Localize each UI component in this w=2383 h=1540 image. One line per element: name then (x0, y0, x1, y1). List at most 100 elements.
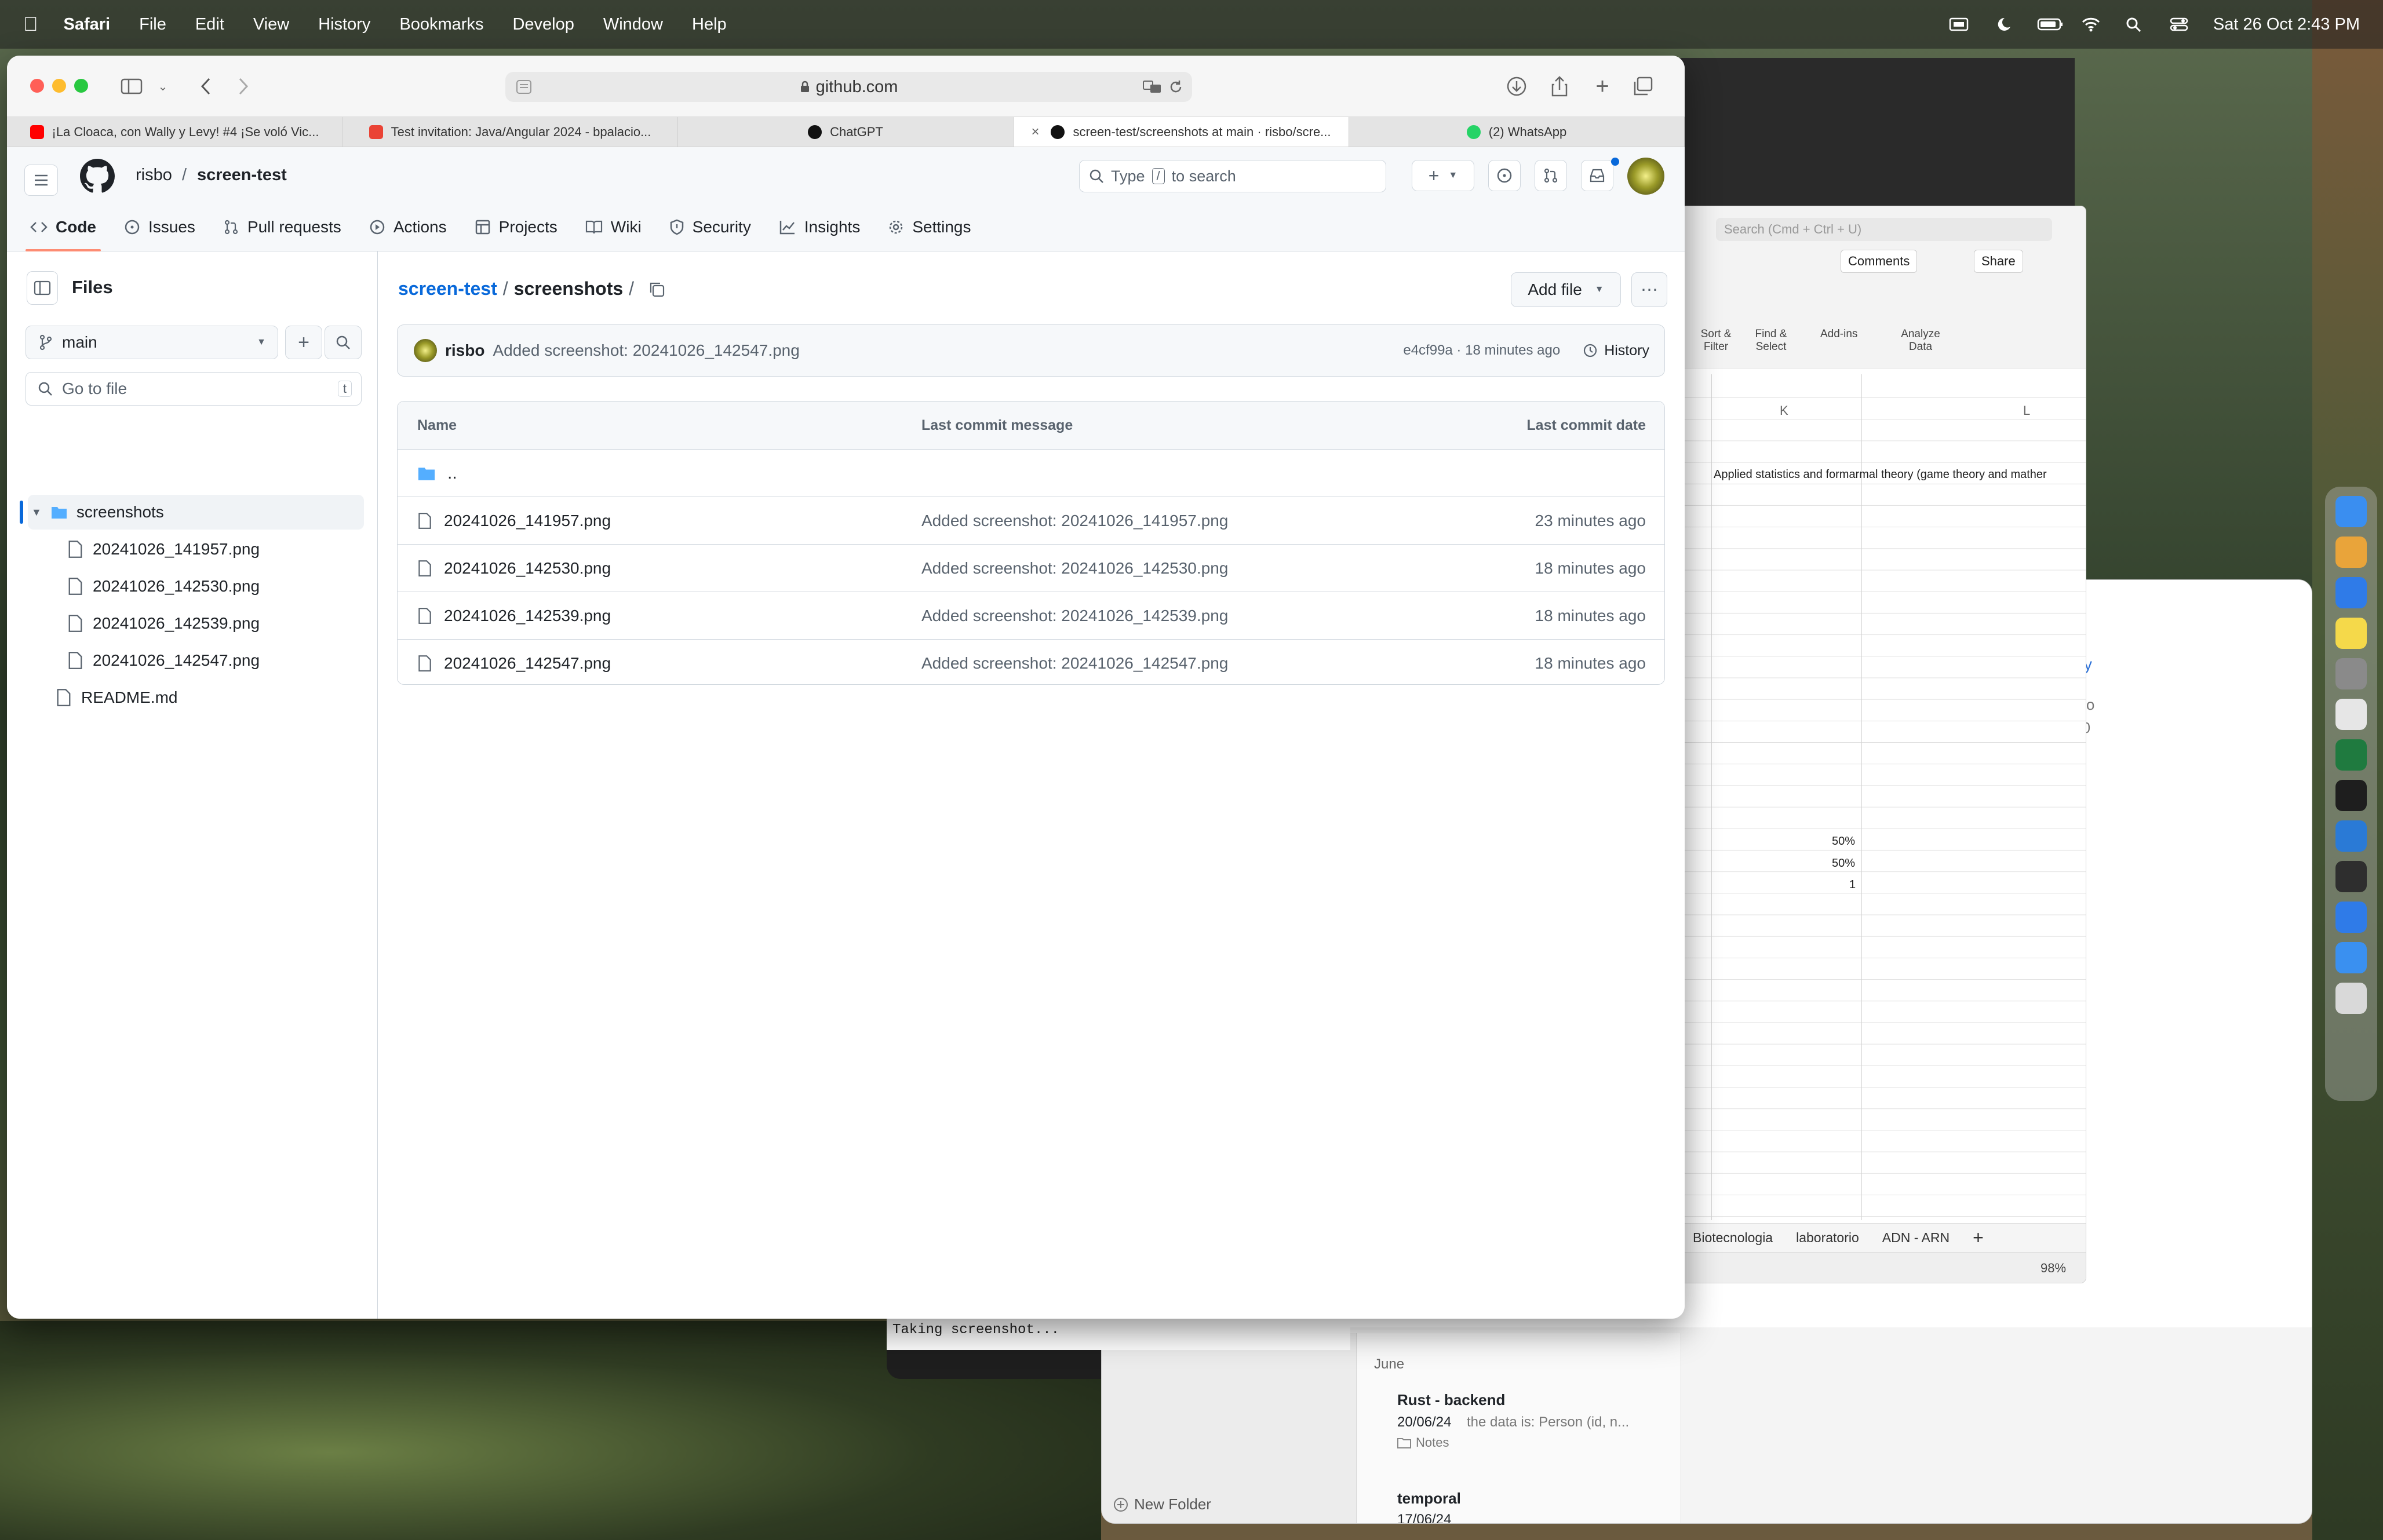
activity-monitor-icon[interactable] (2335, 861, 2367, 892)
pull-requests-icon[interactable] (1535, 160, 1567, 191)
more-options-kebab-icon[interactable]: ⋯ (1631, 272, 1667, 307)
address-bar[interactable]: github.com (505, 72, 1192, 102)
tab-insights[interactable]: Insights (779, 203, 860, 251)
comments-button[interactable]: Comments (1841, 250, 1918, 273)
excel-cell-value[interactable]: 50% (1832, 857, 1855, 870)
file-name-link[interactable]: 20241026_142539.png (444, 607, 611, 625)
forward-icon[interactable] (230, 73, 257, 100)
file-commit-message[interactable]: Added screenshot: 20241026_142539.png (921, 607, 1228, 625)
tab-projects[interactable]: Projects (475, 203, 558, 251)
terminal-icon[interactable] (2335, 780, 2367, 811)
note-title[interactable]: Rust - backend (1397, 1391, 1505, 1409)
add-sheet-icon[interactable]: + (1973, 1227, 1984, 1249)
tab-code[interactable]: Code (25, 203, 101, 251)
repo-owner-link[interactable]: risbo (136, 166, 172, 185)
parent-dir-link[interactable]: .. (447, 464, 457, 483)
new-tab-icon[interactable]: + (1589, 73, 1616, 100)
sort-filter-button[interactable]: Sort & Filter (1693, 328, 1739, 353)
column-header-k[interactable]: K (1780, 403, 1788, 418)
chevron-down-icon[interactable]: ▼ (31, 506, 42, 519)
search-files-icon[interactable] (325, 326, 362, 359)
column-header-l[interactable]: L (2023, 403, 2030, 418)
share-button[interactable]: Share (1974, 250, 2023, 273)
find-select-button[interactable]: Find & Select (1748, 328, 1794, 353)
tab-wiki[interactable]: Wiki (585, 203, 642, 251)
menu-history[interactable]: History (318, 15, 370, 34)
tab-security[interactable]: Security (669, 203, 751, 251)
tab-gmail[interactable]: Test invitation: Java/Angular 2024 - bpa… (342, 117, 678, 147)
tab-actions[interactable]: Actions (369, 203, 447, 251)
trash-icon[interactable] (2335, 983, 2367, 1014)
inbox-icon[interactable] (1581, 160, 1613, 191)
tab-issues[interactable]: Issues (124, 203, 195, 251)
control-center-icon[interactable] (2169, 17, 2189, 32)
settings-icon[interactable] (2335, 658, 2367, 689)
menu-window[interactable]: Window (603, 15, 663, 34)
collapse-sidebar-icon[interactable] (27, 271, 58, 305)
share-icon[interactable] (1546, 73, 1573, 100)
vscode-icon[interactable] (2335, 820, 2367, 852)
menu-develop[interactable]: Develop (512, 15, 574, 34)
excel-cell-value[interactable]: 50% (1832, 835, 1855, 848)
sheet-tab[interactable]: laboratorio (1796, 1230, 1859, 1246)
sidebar-toggle-icon[interactable] (118, 73, 145, 100)
menu-view[interactable]: View (253, 15, 289, 34)
tab-whatsapp[interactable]: (2) WhatsApp (1349, 117, 1685, 147)
downloads-icon[interactable] (1503, 73, 1530, 100)
github-logo-icon[interactable] (80, 159, 115, 194)
close-tab-icon[interactable]: × (1031, 124, 1039, 140)
new-folder-button[interactable]: New Folder (1113, 1495, 1211, 1513)
focus-moon-icon[interactable] (1993, 17, 2013, 32)
excel-cell-value[interactable]: 1 (1849, 878, 1856, 892)
tab-pull-requests[interactable]: Pull requests (223, 203, 341, 251)
add-file-button[interactable]: Add file ▼ (1511, 272, 1621, 307)
file-commit-message[interactable]: Added screenshot: 20241026_142530.png (921, 559, 1228, 578)
wifi-icon[interactable] (2081, 17, 2101, 32)
user-avatar[interactable] (1627, 158, 1664, 195)
analyze-data-button[interactable]: Analyze Data (1894, 328, 1947, 353)
tree-file-readme[interactable]: README.md (56, 680, 357, 715)
apple-menu-icon[interactable]:  (23, 13, 38, 36)
tree-file[interactable]: 20241026_142547.png (67, 643, 357, 678)
tab-overview-icon[interactable] (1630, 73, 1656, 100)
create-new-button[interactable]: + ▼ (1412, 160, 1474, 191)
file-name-link[interactable]: 20241026_142547.png (444, 654, 611, 673)
history-button[interactable]: History (1582, 342, 1649, 359)
finder-icon[interactable] (2335, 496, 2367, 527)
note-title[interactable]: temporal (1397, 1490, 1461, 1508)
excel-cell-text[interactable]: Applied statistics and formarmal theory … (1714, 468, 2047, 481)
author-avatar[interactable] (414, 339, 437, 362)
commit-hash-time[interactable]: e4cf99a · 18 minutes ago (1403, 342, 1560, 359)
go-to-file-input[interactable]: Go to file t (25, 372, 362, 406)
commit-message[interactable]: Added screenshot: 20241026_142547.png (493, 341, 799, 360)
close-window-button[interactable] (30, 79, 44, 93)
menu-help[interactable]: Help (692, 15, 727, 34)
reload-icon[interactable] (1168, 79, 1184, 95)
minimize-window-button[interactable] (52, 79, 66, 93)
table-row[interactable]: 20241026_142539.png Added screenshot: 20… (398, 592, 1664, 639)
excel-search[interactable]: Search (Cmd + Ctrl + U) (1716, 218, 2052, 241)
repo-name-link[interactable]: screen-test (197, 166, 287, 185)
menu-app-name[interactable]: Safari (64, 15, 111, 34)
file-name-link[interactable]: 20241026_142530.png (444, 559, 611, 578)
battery-icon[interactable] (2037, 17, 2063, 32)
table-row[interactable]: 20241026_141957.png Added screenshot: 20… (398, 497, 1664, 544)
issues-icon[interactable] (1488, 160, 1521, 191)
launchpad-icon[interactable] (2335, 537, 2367, 568)
tab-youtube[interactable]: ¡La Cloaca, con Wally y Levy! #4 ¡Se vol… (7, 117, 342, 147)
add-ins-button[interactable]: Add-ins (1820, 328, 1857, 341)
translate-icon[interactable] (1142, 79, 1162, 94)
tree-folder-screenshots[interactable]: ▼ screenshots (20, 495, 364, 530)
table-row[interactable]: 20241026_142547.png Added screenshot: 20… (398, 639, 1664, 684)
tab-github-active[interactable]: × screen-test/screenshots at main · risb… (1014, 117, 1349, 147)
tree-file[interactable]: 20241026_141957.png (67, 532, 357, 567)
file-name-link[interactable]: 20241026_141957.png (444, 512, 611, 530)
commit-author[interactable]: risbo (445, 341, 484, 360)
zoom-window-button[interactable] (74, 79, 88, 93)
file-commit-message[interactable]: Added screenshot: 20241026_141957.png (921, 512, 1228, 530)
menu-bookmarks[interactable]: Bookmarks (399, 15, 483, 34)
breadcrumb-repo-link[interactable]: screen-test (398, 278, 497, 300)
app-store-icon[interactable] (2335, 902, 2367, 933)
menu-clock[interactable]: Sat 26 Oct 2:43 PM (2213, 15, 2360, 34)
tree-file[interactable]: 20241026_142530.png (67, 569, 357, 604)
